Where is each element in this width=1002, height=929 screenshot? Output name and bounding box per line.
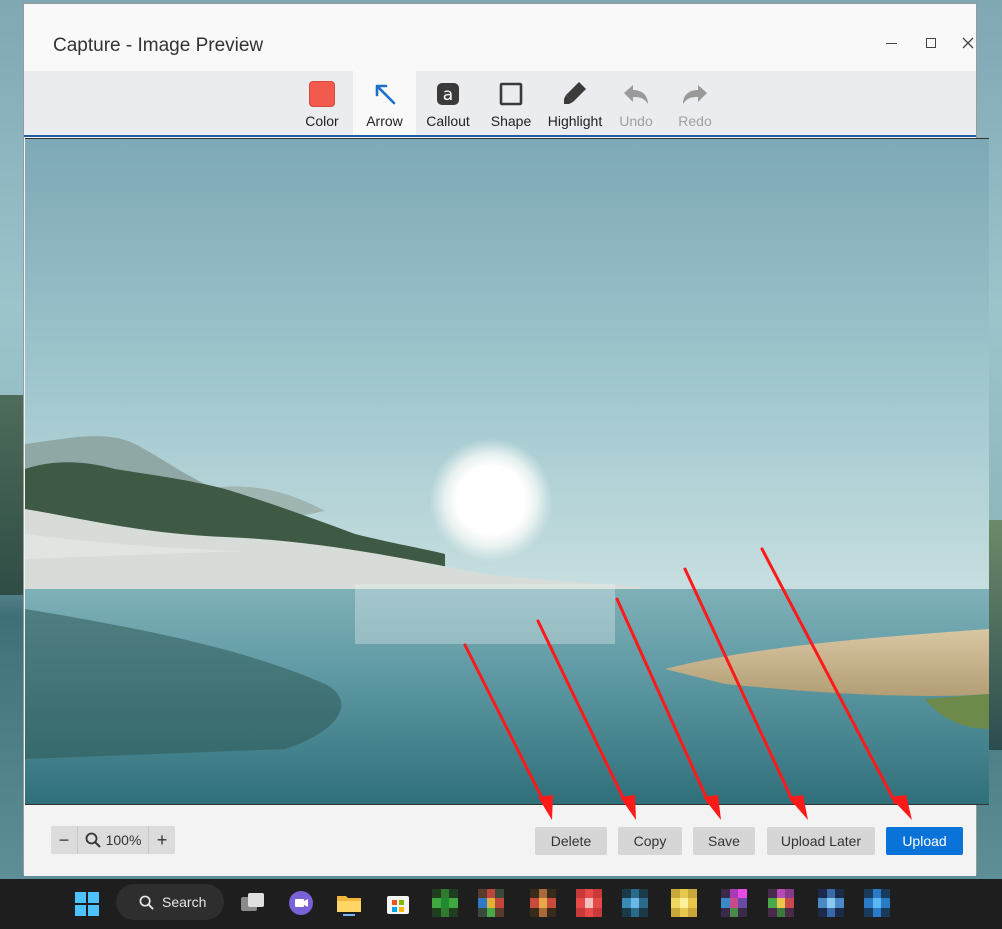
tool-color-label: Color [305,113,339,129]
zoom-level[interactable]: 100% [77,826,149,854]
tool-arrow[interactable]: Arrow [353,71,416,135]
tool-shape[interactable]: Shape [481,71,541,135]
app-icon-2[interactable] [478,889,504,917]
color-swatch-icon [309,81,335,107]
tool-redo[interactable]: Redo [665,71,725,135]
tool-shape-label: Shape [490,113,532,129]
app-icon-6[interactable] [671,889,697,917]
tool-color[interactable]: Color [292,71,352,135]
arrow-icon [375,84,395,105]
start-icon[interactable] [74,891,100,917]
tool-undo[interactable]: Undo [606,71,666,135]
title-bar: Capture - Image Preview [24,4,976,72]
zoom-in-button[interactable]: + [149,826,175,854]
app-icon-10[interactable] [864,889,890,917]
zoom-control: − 100% + [51,826,175,854]
image-preview-canvas[interactable] [25,138,989,805]
search-icon [139,895,154,910]
tool-highlight[interactable]: Highlight [542,71,608,135]
tool-highlight-label: Highlight [547,113,603,129]
zoom-out-button[interactable]: − [51,826,77,854]
tool-callout-label: Callout [426,113,470,129]
undo-icon [624,85,648,104]
highlighter-icon [564,82,586,104]
maximize-icon [926,38,936,48]
toolbar-divider [24,135,976,137]
svg-text:a: a [443,85,453,105]
app-icon-1[interactable] [432,889,458,917]
copy-button[interactable]: Copy [618,827,682,855]
maximize-button[interactable] [911,28,951,58]
window-title: Capture - Image Preview [53,35,264,56]
upload-button[interactable]: Upload [886,827,963,855]
annotation-toolbar: Color Arrow a Callout Shape Highlight Un… [24,71,976,135]
minimize-button[interactable] [871,28,911,58]
delete-button[interactable]: Delete [535,827,607,855]
app-icon-3[interactable] [530,889,556,917]
task-view-icon[interactable] [239,889,267,917]
upload-later-button[interactable]: Upload Later [767,827,875,855]
tool-undo-label: Undo [619,113,653,129]
app-icon-9[interactable] [818,889,844,917]
capture-window: Capture - Image Preview Color Arrow a Ca… [23,3,989,876]
tool-callout[interactable]: a Callout [418,71,478,135]
file-explorer-icon[interactable] [335,889,363,917]
tool-arrow-label: Arrow [366,113,403,129]
microsoft-store-icon[interactable] [384,889,412,917]
app-icon-4[interactable] [576,889,602,917]
tool-redo-label: Redo [678,113,712,129]
app-icon-8[interactable] [768,889,794,917]
save-button[interactable]: Save [693,827,755,855]
teams-chat-icon[interactable] [287,889,315,917]
taskbar-search-label: Search [162,894,207,910]
minimize-icon [885,42,897,44]
magnifier-icon [85,832,101,848]
annotation-arrows [463,547,898,804]
close-icon [962,37,974,49]
callout-icon: a [437,83,459,105]
app-icon-7[interactable] [721,889,747,917]
shape-square-icon [499,82,523,106]
close-button[interactable] [948,28,988,58]
taskbar-search[interactable]: Search [116,884,224,920]
app-icon-5[interactable] [622,889,648,917]
taskbar: Search [0,879,1002,929]
redo-icon [683,85,707,104]
zoom-value: 100% [105,832,142,848]
